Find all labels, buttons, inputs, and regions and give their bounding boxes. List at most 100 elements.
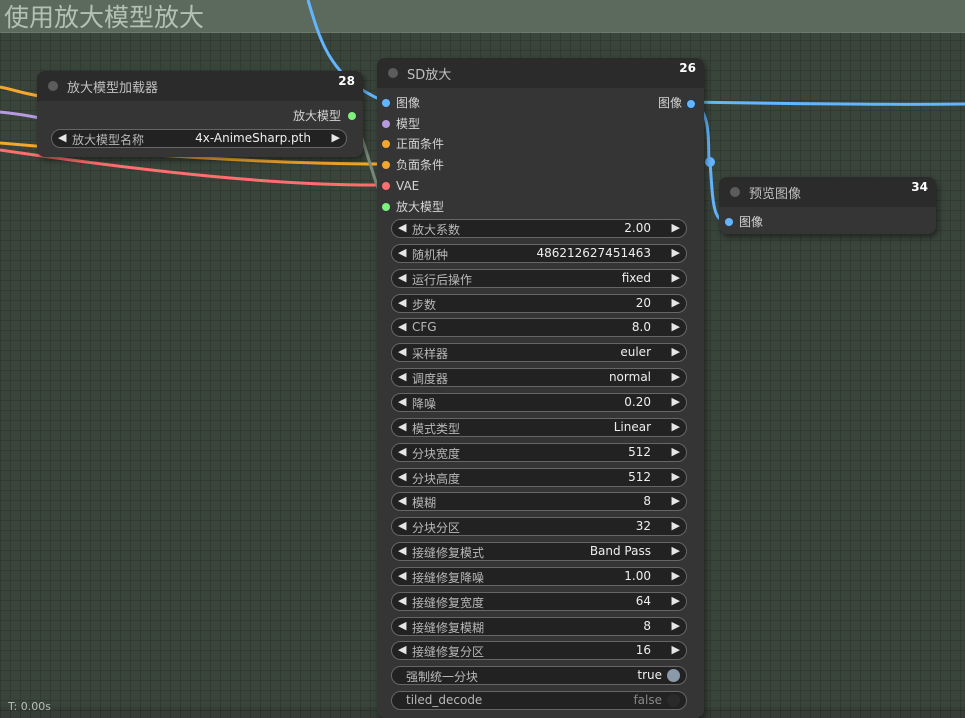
- group-header[interactable]: 使用放大模型放大: [0, 0, 965, 33]
- decrement-arrow-icon[interactable]: ◀: [398, 569, 406, 582]
- group-title: 使用放大模型放大: [4, 3, 205, 32]
- number-widget[interactable]: ◀ 运行后操作 fixed ▶: [391, 268, 687, 288]
- number-widget[interactable]: ◀ 分块分区 32 ▶: [391, 517, 687, 537]
- decrement-arrow-icon[interactable]: ◀: [398, 345, 406, 358]
- decrement-arrow-icon[interactable]: ◀: [398, 494, 406, 507]
- node-id: 28: [338, 74, 355, 88]
- decrement-arrow-icon[interactable]: ◀: [398, 519, 406, 532]
- upscale-model-loader-node[interactable]: 放大模型加载器 28 放大模型 ◀ 放大模型名称 4x-AnimeSharp.p…: [37, 71, 363, 157]
- collapse-dot-icon[interactable]: [388, 68, 398, 78]
- increment-arrow-icon[interactable]: ▶: [672, 271, 680, 284]
- increment-arrow-icon[interactable]: ▶: [672, 320, 680, 333]
- increment-arrow-icon[interactable]: ▶: [672, 494, 680, 507]
- input-slot[interactable]: [382, 161, 390, 170]
- widget-label: tiled_decode: [406, 693, 483, 708]
- decrement-arrow-icon[interactable]: ◀: [58, 131, 66, 144]
- widget-value: true: [637, 668, 662, 683]
- widget-label: 调度器: [412, 372, 449, 387]
- node-title-bar[interactable]: 预览图像 34: [719, 177, 936, 207]
- number-widget[interactable]: ◀ 接缝修复模糊 8 ▶: [391, 616, 687, 636]
- number-widget[interactable]: ◀ 采样器 euler ▶: [391, 343, 687, 363]
- input-label-image: 图像: [739, 215, 764, 229]
- widget-label: 放大系数: [412, 223, 461, 237]
- decrement-arrow-icon[interactable]: ◀: [398, 320, 406, 333]
- increment-arrow-icon[interactable]: ▶: [672, 643, 680, 656]
- decrement-arrow-icon[interactable]: ◀: [398, 221, 406, 234]
- widget-value: Band Pass: [589, 544, 651, 559]
- decrement-arrow-icon[interactable]: ◀: [398, 544, 406, 557]
- toggle-widget[interactable]: tiled_decode false: [391, 691, 687, 711]
- increment-arrow-icon[interactable]: ▶: [672, 395, 680, 408]
- widget-value: normal: [608, 370, 651, 385]
- number-widget[interactable]: ◀ 调度器 normal ▶: [391, 368, 687, 388]
- node-title-bar[interactable]: SD放大 26: [377, 58, 704, 88]
- increment-arrow-icon[interactable]: ▶: [672, 569, 680, 582]
- decrement-arrow-icon[interactable]: ◀: [398, 395, 406, 408]
- increment-arrow-icon[interactable]: ▶: [672, 420, 680, 433]
- node-title-bar[interactable]: 放大模型加载器 28: [37, 71, 363, 101]
- input-slot-image[interactable]: [725, 218, 733, 226]
- increment-arrow-icon[interactable]: ▶: [672, 544, 680, 557]
- increment-arrow-icon[interactable]: ▶: [672, 370, 680, 383]
- widget-value: 486212627451463: [536, 245, 651, 260]
- number-widget[interactable]: ◀ 接缝修复宽度 64 ▶: [391, 591, 687, 611]
- number-widget[interactable]: ◀ 接缝修复模式 Band Pass ▶: [391, 542, 687, 562]
- number-widget[interactable]: ◀ 随机种 486212627451463 ▶: [391, 243, 687, 263]
- decrement-arrow-icon[interactable]: ◀: [398, 594, 406, 607]
- input-label: 图像: [396, 96, 421, 110]
- input-slot[interactable]: [382, 202, 390, 211]
- increment-arrow-icon[interactable]: ▶: [672, 445, 680, 458]
- widget-label: CFG: [412, 320, 437, 335]
- number-widget[interactable]: ◀ 模糊 8 ▶: [391, 492, 687, 512]
- output-slot-upscale-model[interactable]: [348, 112, 356, 120]
- increment-arrow-icon[interactable]: ▶: [672, 594, 680, 607]
- decrement-arrow-icon[interactable]: ◀: [398, 271, 406, 284]
- input-slot[interactable]: [382, 181, 390, 190]
- number-widget[interactable]: ◀ 步数 20 ▶: [391, 293, 687, 313]
- number-widget[interactable]: ◀ 放大系数 2.00 ▶: [391, 219, 687, 238]
- decrement-arrow-icon[interactable]: ◀: [398, 296, 406, 309]
- decrement-arrow-icon[interactable]: ◀: [398, 619, 406, 632]
- combo-upscale-model-name[interactable]: ◀ 放大模型名称 4x-AnimeSharp.pth ▶: [51, 129, 347, 148]
- widget-value: 4x-AnimeSharp.pth: [195, 131, 311, 145]
- decrement-arrow-icon[interactable]: ◀: [398, 420, 406, 433]
- number-widget[interactable]: ◀ 降噪 0.20 ▶: [391, 392, 687, 412]
- increment-arrow-icon[interactable]: ▶: [672, 470, 680, 483]
- increment-arrow-icon[interactable]: ▶: [672, 246, 680, 259]
- decrement-arrow-icon[interactable]: ◀: [398, 370, 406, 383]
- widget-value: 20: [635, 295, 651, 310]
- widget-label: 接缝修复模糊: [412, 620, 485, 635]
- increment-arrow-icon[interactable]: ▶: [672, 345, 680, 358]
- increment-arrow-icon[interactable]: ▶: [672, 619, 680, 632]
- collapse-dot-icon[interactable]: [730, 187, 740, 197]
- input-label: 正面条件: [396, 137, 445, 152]
- decrement-arrow-icon[interactable]: ◀: [398, 643, 406, 656]
- decrement-arrow-icon[interactable]: ◀: [398, 246, 406, 259]
- number-widget[interactable]: ◀ 接缝修复分区 16 ▶: [391, 641, 687, 661]
- increment-arrow-icon[interactable]: ▶: [672, 519, 680, 532]
- widget-value: 512: [628, 469, 651, 484]
- number-widget[interactable]: ◀ 分块高度 512 ▶: [391, 467, 687, 487]
- input-slot[interactable]: [382, 140, 390, 149]
- number-widget[interactable]: ◀ 模式类型 Linear ▶: [391, 417, 687, 437]
- number-widget[interactable]: ◀ CFG 8.0 ▶: [391, 318, 687, 338]
- widget-label: 接缝修复宽度: [412, 595, 485, 610]
- number-widget[interactable]: ◀ 分块宽度 512 ▶: [391, 442, 687, 462]
- toggle-widget[interactable]: 强制统一分块 true: [391, 666, 687, 686]
- decrement-arrow-icon[interactable]: ◀: [398, 445, 406, 458]
- increment-arrow-icon[interactable]: ▶: [672, 221, 680, 234]
- widget-label: 接缝修复模式: [412, 546, 485, 561]
- collapse-dot-icon[interactable]: [48, 81, 58, 91]
- input-label: VAE: [396, 178, 420, 193]
- increment-arrow-icon[interactable]: ▶: [332, 131, 340, 144]
- preview-image-node[interactable]: 预览图像 34 图像: [719, 177, 936, 234]
- input-slot[interactable]: [382, 119, 390, 128]
- toggle-knob-icon[interactable]: [667, 694, 680, 708]
- input-slot[interactable]: [382, 99, 390, 107]
- increment-arrow-icon[interactable]: ▶: [672, 296, 680, 309]
- sd-upscale-node[interactable]: SD放大 26 图像 模型 正面条件 负面条件 VAE 放大模型 图像 ◀ 放大系数 2.00…: [377, 58, 704, 718]
- number-widget[interactable]: ◀ 接缝修复降噪 1.00 ▶: [391, 566, 687, 586]
- decrement-arrow-icon[interactable]: ◀: [398, 470, 406, 483]
- toggle-knob-icon[interactable]: [667, 669, 680, 683]
- output-slot-image[interactable]: [686, 99, 696, 109]
